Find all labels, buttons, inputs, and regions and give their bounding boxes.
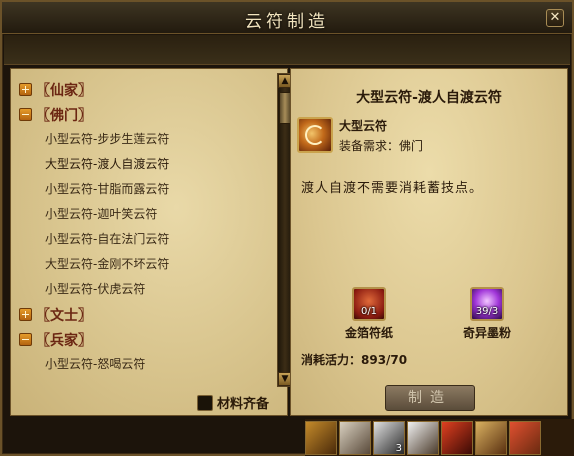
category-wenshi[interactable]: 〖文士〗: [19, 302, 269, 327]
category-bingjia[interactable]: 〖兵家〗: [19, 327, 269, 352]
material-count: 0/1: [360, 306, 378, 317]
title-bar[interactable]: 云符制造 ✕: [2, 2, 572, 34]
cloud-talisman-icon[interactable]: [297, 117, 333, 153]
skill-bar: 3: [305, 419, 574, 456]
category-label: 〖佛门〗: [36, 107, 92, 124]
item-description: 渡人自渡不需要消耗蓄技点。: [301, 181, 484, 196]
material-slot[interactable]: 39/3 奇异墨粉: [447, 287, 527, 341]
recipe-title: 大型云符-渡人自渡云符: [356, 90, 502, 106]
category-label: 〖文士〗: [36, 307, 92, 324]
recipe-list-panel: 〖仙家〗 〖佛门〗 小型云符-步步生莲云符 大型云符-渡人自渡云符 小型云符-甘…: [10, 68, 293, 416]
recipe-item[interactable]: 大型云符-金刚不坏云符: [19, 252, 269, 277]
recipe-item[interactable]: 小型云符-怒喝云符: [19, 352, 269, 377]
craft-button[interactable]: 制造: [385, 385, 475, 411]
craft-window: 云符制造 ✕ 〖仙家〗 〖佛门〗 小型云符-步步生莲云符 大型云符-渡人自渡云符…: [0, 0, 574, 456]
decorative-header-strip: [4, 35, 570, 65]
skill-slot-icon[interactable]: [475, 421, 507, 455]
skill-slot-icon[interactable]: [441, 421, 473, 455]
gold-talisman-paper-icon[interactable]: 0/1: [352, 287, 386, 321]
category-fomen[interactable]: 〖佛门〗: [19, 102, 269, 127]
vitality-cost: 消耗活力：893/70: [301, 353, 408, 367]
skill-slot-icon[interactable]: 3: [373, 421, 405, 455]
recipe-item[interactable]: 小型云符-甘脂而露云符: [19, 177, 269, 202]
category-label: 〖兵家〗: [36, 332, 92, 349]
expand-icon[interactable]: [19, 308, 32, 321]
close-button[interactable]: ✕: [546, 9, 564, 27]
recipe-item[interactable]: 小型云符-步步生莲云符: [19, 127, 269, 152]
skill-slot-icon[interactable]: [509, 421, 541, 455]
recipe-item-selected[interactable]: 大型云符-渡人自渡云符: [19, 152, 269, 177]
material-name: 金箔符纸: [344, 326, 393, 340]
recipe-item[interactable]: 小型云符-自在法门云符: [19, 227, 269, 252]
material-name: 奇异墨粉: [462, 326, 511, 340]
skill-slot-icon[interactable]: [339, 421, 371, 455]
category-label: 〖仙家〗: [36, 82, 92, 99]
expand-icon[interactable]: [19, 83, 32, 96]
material-count: 39/3: [475, 306, 499, 317]
equip-requirement: 装备需求：佛门: [339, 139, 424, 153]
recipe-detail-panel: 大型云符-渡人自渡云符 大型云符 装备需求：佛门 渡人自渡不需要消耗蓄技点。 0…: [290, 68, 568, 416]
collapse-icon[interactable]: [19, 108, 32, 121]
materials-ready-filter[interactable]: 材料齐备: [197, 393, 269, 412]
window-title: 云符制造: [245, 12, 329, 32]
category-xianjia[interactable]: 〖仙家〗: [19, 77, 269, 102]
collapse-icon[interactable]: [19, 333, 32, 346]
item-type: 大型云符: [339, 119, 388, 133]
material-slot[interactable]: 0/1 金箔符纸: [329, 287, 409, 341]
skill-slot-icon[interactable]: [305, 421, 337, 455]
strange-ink-powder-icon[interactable]: 39/3: [470, 287, 504, 321]
materials-ready-checkbox[interactable]: [197, 394, 213, 411]
recipe-item[interactable]: 小型云符-迦叶笑云符: [19, 202, 269, 227]
recipe-tree: 〖仙家〗 〖佛门〗 小型云符-步步生莲云符 大型云符-渡人自渡云符 小型云符-甘…: [19, 77, 269, 377]
skill-slot-icon[interactable]: [407, 421, 439, 455]
recipe-item[interactable]: 小型云符-伏虎云符: [19, 277, 269, 302]
materials-ready-label: 材料齐备: [217, 397, 270, 412]
